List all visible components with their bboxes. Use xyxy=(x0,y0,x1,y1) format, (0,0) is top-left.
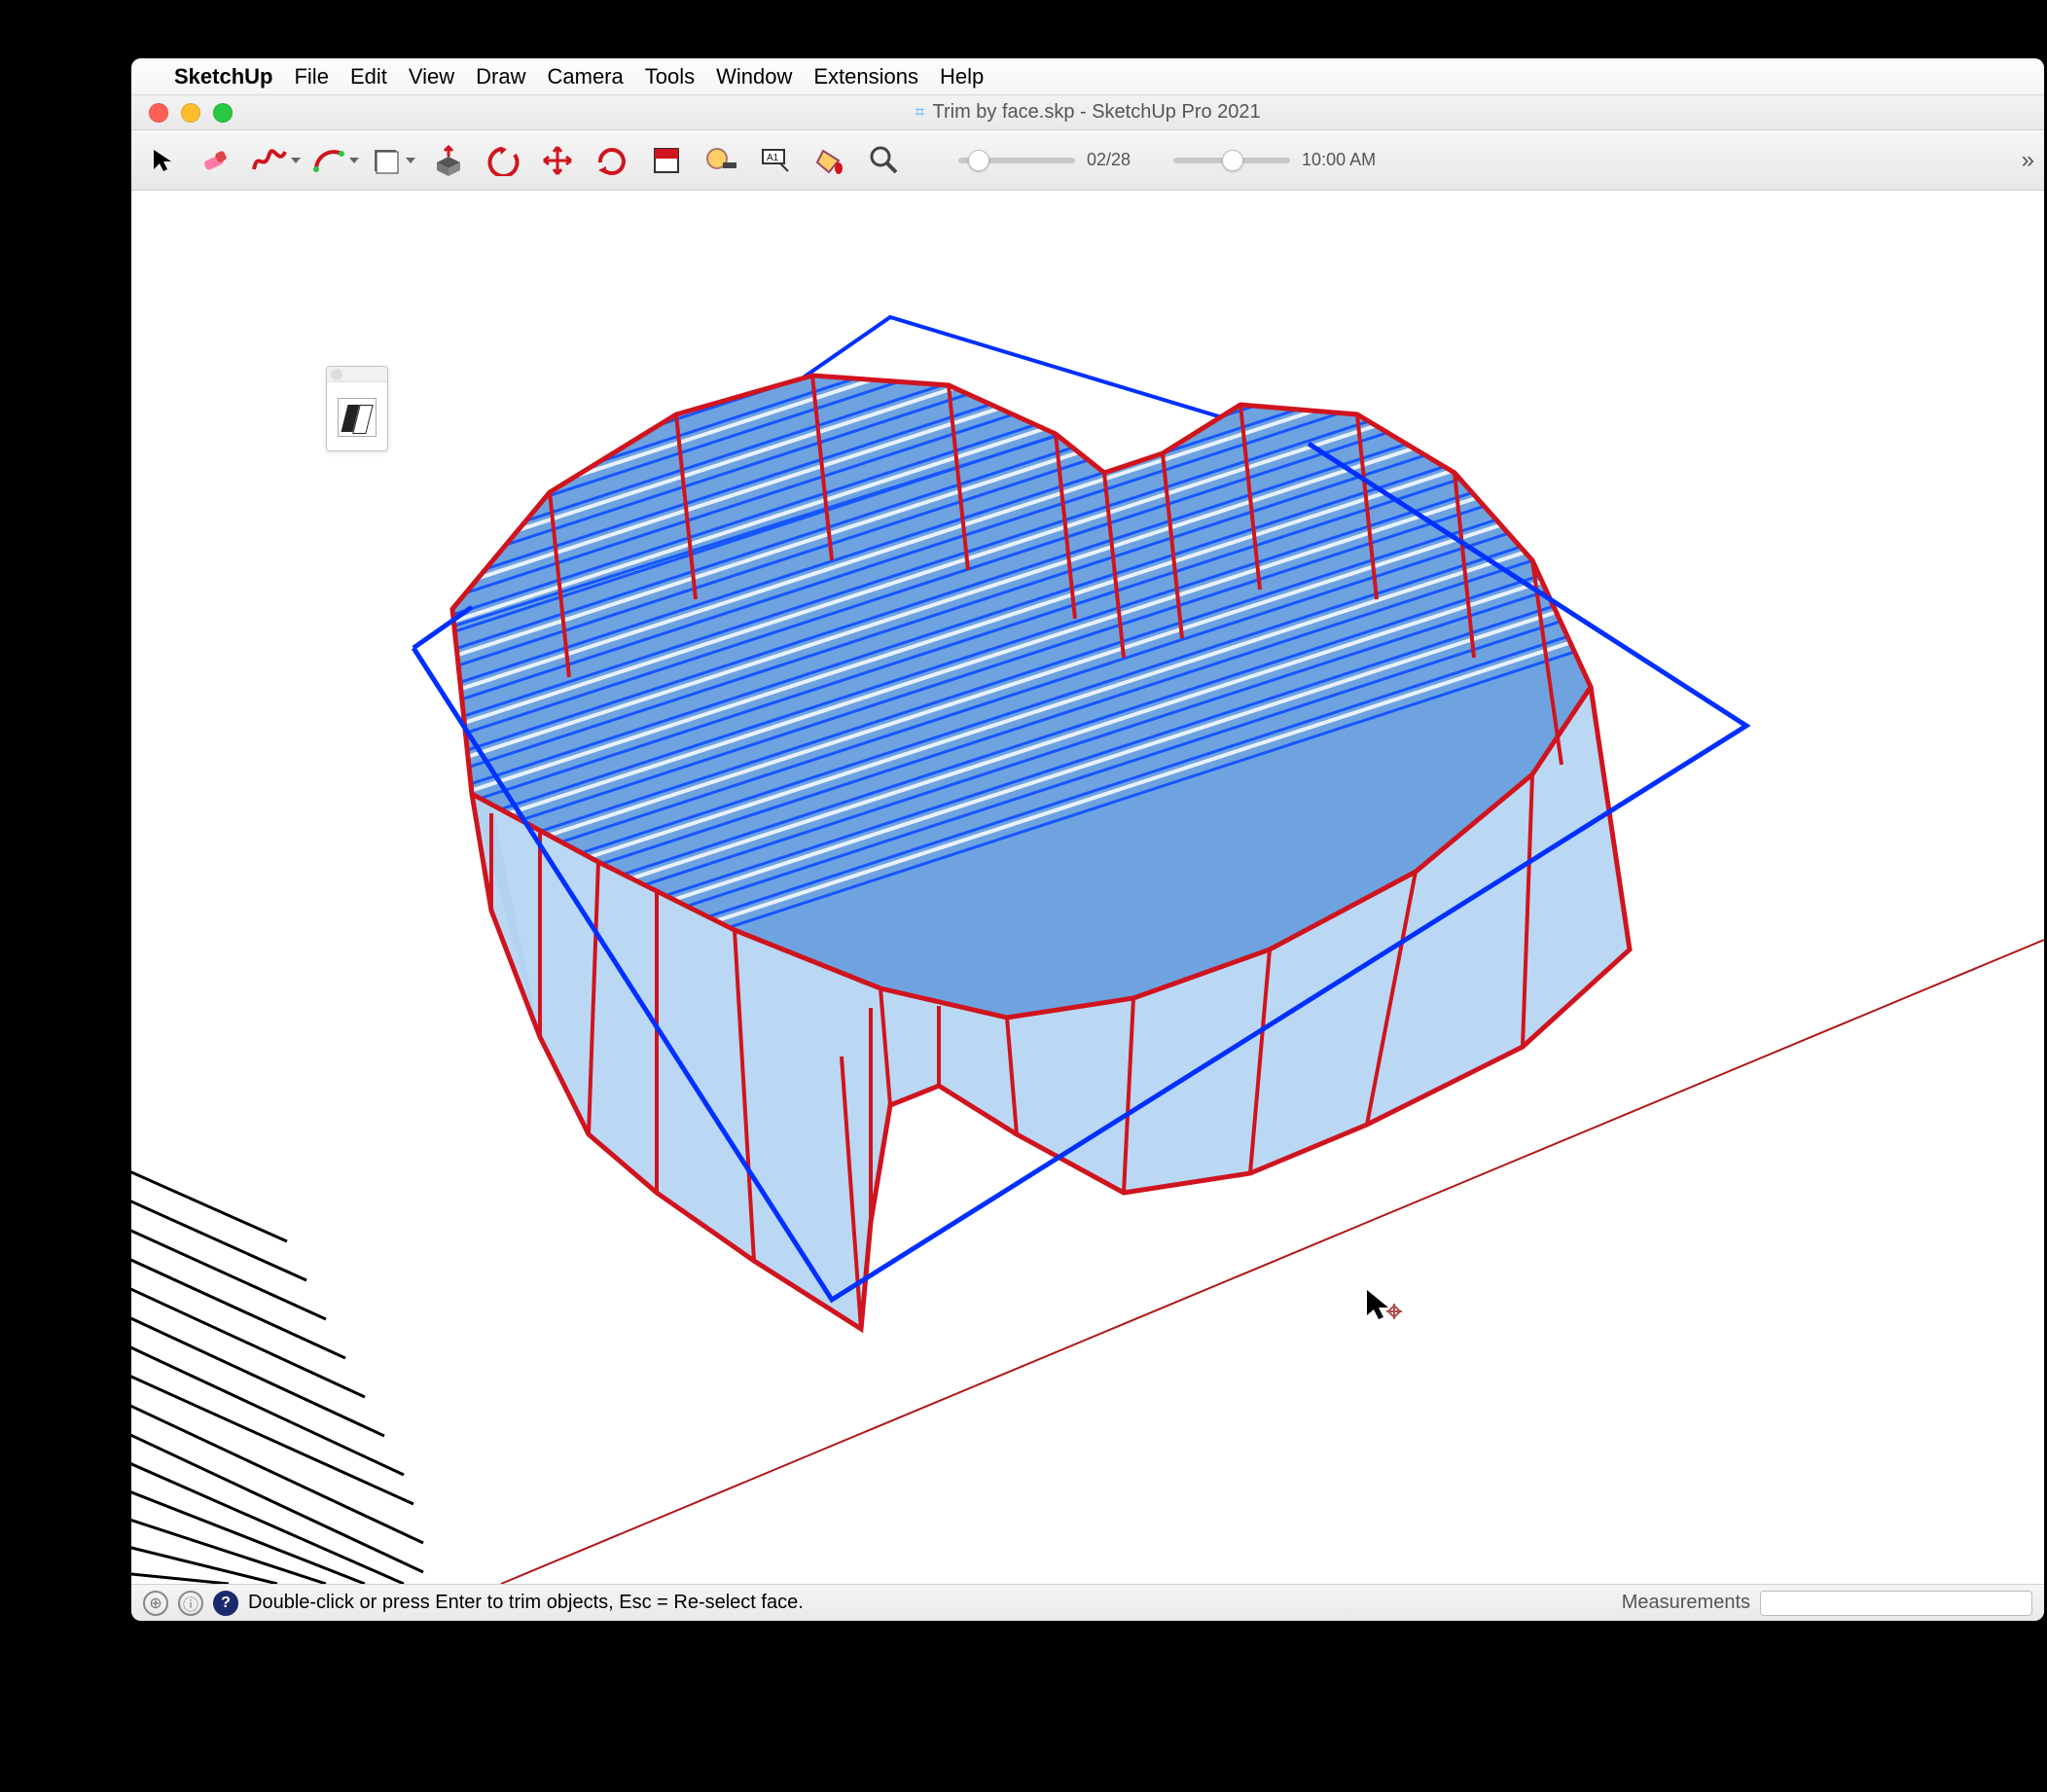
time-slider[interactable] xyxy=(1173,158,1290,163)
minimize-window-button[interactable] xyxy=(181,103,200,123)
menu-tools[interactable]: Tools xyxy=(645,64,695,90)
zoom-tool[interactable] xyxy=(863,139,906,182)
toolbar-overflow-button[interactable]: » xyxy=(2022,147,2034,174)
dropdown-caret-icon xyxy=(349,158,359,163)
menu-camera[interactable]: Camera xyxy=(548,64,624,90)
date-slider[interactable] xyxy=(958,158,1075,163)
help-icon[interactable]: ? xyxy=(213,1591,238,1616)
status-bar: ⊕ ⓘ ? Double-click or press Enter to tri… xyxy=(131,1584,2044,1621)
ground-grid xyxy=(131,1164,423,1584)
palette-close-button[interactable] xyxy=(331,369,342,380)
app-window: SketchUp File Edit View Draw Camera Tool… xyxy=(131,58,2044,1621)
eraser-tool[interactable] xyxy=(196,139,238,182)
measurements-input[interactable] xyxy=(1760,1591,2032,1616)
macos-menubar: SketchUp File Edit View Draw Camera Tool… xyxy=(131,58,2044,95)
status-hint: Double-click or press Enter to trim obje… xyxy=(248,1592,804,1614)
model-canvas[interactable] xyxy=(131,191,2044,1584)
move-tool[interactable] xyxy=(536,139,579,182)
date-slider-label: 02/28 xyxy=(1087,150,1131,170)
svg-text:A1: A1 xyxy=(767,153,779,163)
paintbucket-tool[interactable] xyxy=(808,139,851,182)
zoom-window-button[interactable] xyxy=(213,103,233,123)
app-menu[interactable]: SketchUp xyxy=(174,64,272,90)
trim-cursor-icon xyxy=(1367,1290,1402,1319)
time-slider-label: 10:00 AM xyxy=(1302,150,1376,170)
section-tool[interactable] xyxy=(645,139,688,182)
menu-extensions[interactable]: Extensions xyxy=(813,64,918,90)
menu-view[interactable]: View xyxy=(409,64,454,90)
pushpull-tool[interactable] xyxy=(427,139,470,182)
menu-draw[interactable]: Draw xyxy=(476,64,525,90)
rotate-tool[interactable] xyxy=(591,139,633,182)
followme-tool[interactable] xyxy=(482,139,524,182)
menu-help[interactable]: Help xyxy=(940,64,984,90)
model-viewport[interactable] xyxy=(131,191,2044,1584)
window-title: Trim by face.skp - SketchUp Pro 2021 xyxy=(932,101,1260,124)
measurements-label: Measurements xyxy=(1622,1592,1750,1614)
menu-window[interactable]: Window xyxy=(716,64,792,90)
face-tool[interactable] xyxy=(371,139,415,182)
arc-tool[interactable] xyxy=(312,139,359,182)
menu-edit[interactable]: Edit xyxy=(350,64,387,90)
section-fill-toggle-icon[interactable] xyxy=(338,398,377,437)
dropdown-caret-icon xyxy=(406,158,415,163)
dropdown-caret-icon xyxy=(291,158,301,163)
select-tool[interactable] xyxy=(141,139,184,182)
tapemeasure-tool[interactable] xyxy=(700,139,742,182)
menu-file[interactable]: File xyxy=(294,64,328,90)
section-fill-palette[interactable] xyxy=(326,366,388,451)
text-label-tool[interactable]: A1 xyxy=(754,139,797,182)
freehand-tool[interactable] xyxy=(250,139,301,182)
document-icon: ⌗ xyxy=(915,102,924,123)
geolocation-icon[interactable]: ⊕ xyxy=(143,1591,168,1616)
window-titlebar: ⌗ Trim by face.skp - SketchUp Pro 2021 xyxy=(131,95,2044,130)
main-toolbar: A1 02/28 10:00 AM » xyxy=(131,130,2044,191)
close-window-button[interactable] xyxy=(149,103,168,123)
credits-icon[interactable]: ⓘ xyxy=(178,1591,203,1616)
